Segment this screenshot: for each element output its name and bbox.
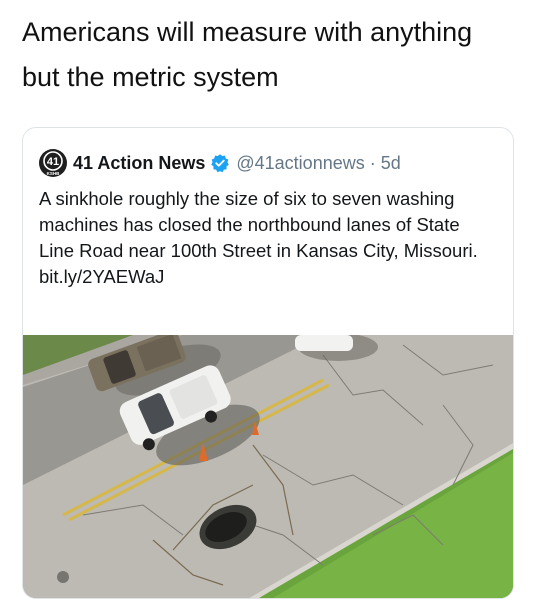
tweet-body: A sinkhole roughly the size of six to se… [39, 188, 478, 261]
tweet-text: A sinkhole roughly the size of six to se… [39, 186, 499, 290]
meme-caption: Americans will measure with anything but… [22, 10, 522, 100]
verified-badge-icon [210, 153, 230, 173]
white-car [295, 335, 353, 351]
tweet-timestamp[interactable]: 5d [381, 153, 401, 174]
caption-line-2: but the metric system [22, 62, 279, 92]
logo-call-sign: KSHB [47, 171, 61, 176]
tweet-link[interactable]: bit.ly/2YAEWaJ [39, 264, 499, 290]
tweet-header: 41 KSHB 41 Action News @41actionnews · 5… [39, 148, 401, 178]
account-handle[interactable]: @41actionnews [236, 153, 364, 174]
account-name[interactable]: 41 Action News [73, 153, 205, 174]
station-logo-icon: 41 KSHB [40, 150, 66, 176]
tweet-photo[interactable] [23, 335, 513, 598]
header-separator: · [369, 152, 376, 173]
logo-number: 41 [47, 156, 59, 168]
account-avatar[interactable]: 41 KSHB [39, 149, 67, 177]
tweet-card[interactable]: 41 KSHB 41 Action News @41actionnews · 5… [22, 127, 514, 599]
caption-line-1: Americans will measure with anything [22, 17, 473, 47]
